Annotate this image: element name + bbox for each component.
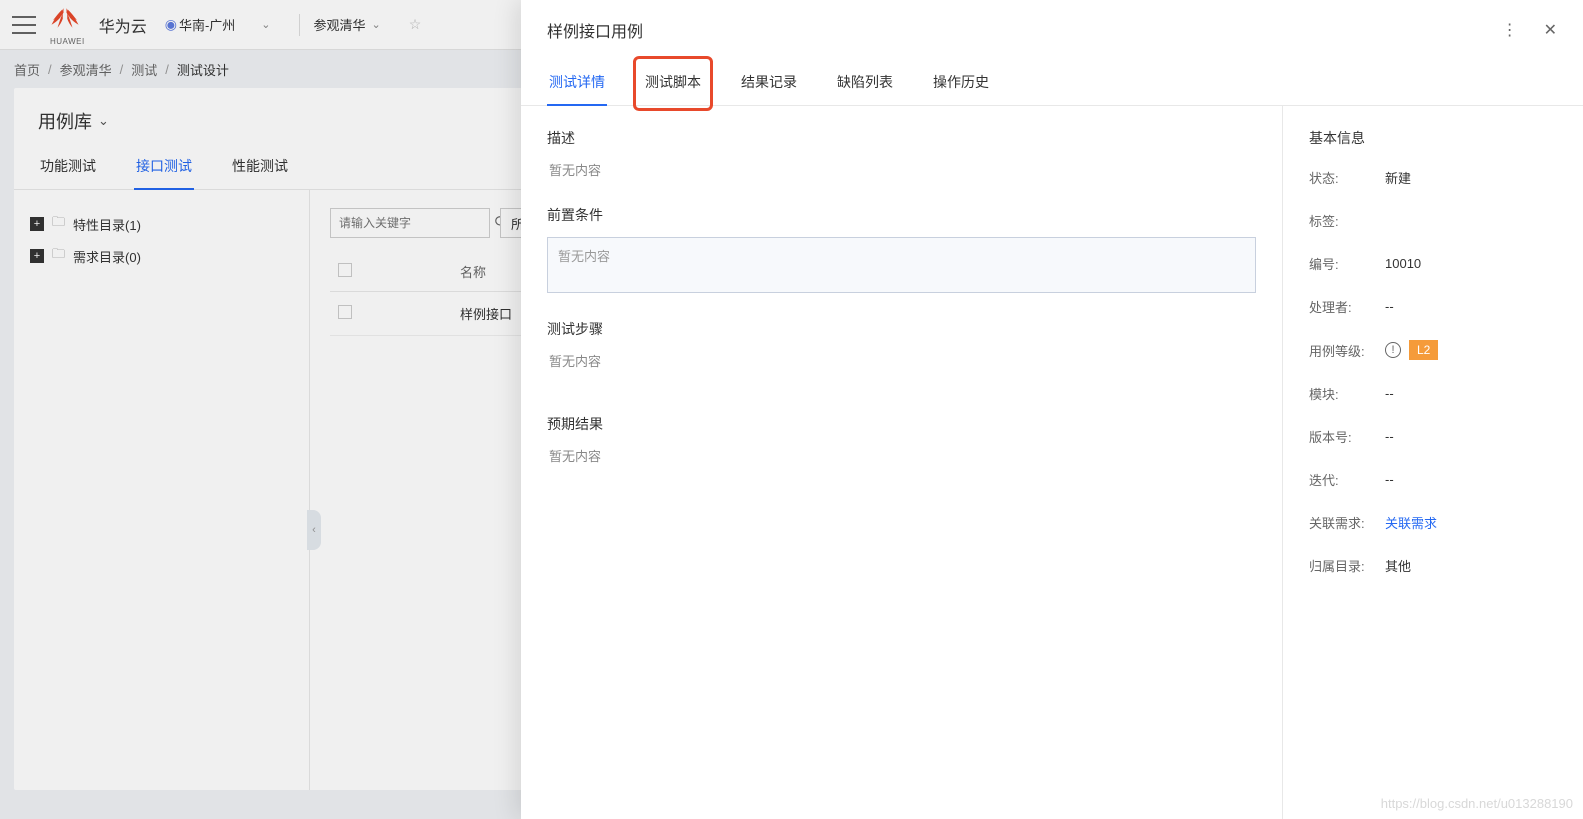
expand-icon[interactable]: +: [30, 217, 44, 231]
info-label: 状态:: [1309, 168, 1385, 187]
related-requirement-link[interactable]: 关联需求: [1385, 513, 1437, 532]
panel-actions: ⋮ ✕: [1502, 20, 1557, 40]
empty-text: 暂无内容: [547, 160, 1256, 179]
info-row-handler: 处理者: --: [1309, 297, 1557, 316]
section-label: 测试步骤: [547, 319, 1256, 339]
level-badge[interactable]: L2: [1409, 340, 1438, 360]
close-icon[interactable]: ✕: [1544, 20, 1557, 40]
section-label: 前置条件: [547, 205, 1256, 225]
expand-icon[interactable]: +: [30, 249, 44, 263]
panel-title: 样例接口用例: [547, 18, 643, 42]
info-label: 模块:: [1309, 384, 1385, 403]
info-label: 用例等级:: [1309, 341, 1385, 360]
info-row-related-req: 关联需求: 关联需求: [1309, 513, 1557, 532]
panel-head: 样例接口用例 ⋮ ✕: [521, 0, 1583, 60]
search-input[interactable]: [330, 208, 490, 238]
info-label: 标签:: [1309, 211, 1385, 230]
location-pin-icon: ◉: [165, 16, 177, 33]
breadcrumb-item[interactable]: 首页: [14, 60, 40, 79]
info-row-module: 模块: --: [1309, 384, 1557, 403]
info-label: 编号:: [1309, 254, 1385, 273]
checkbox-row[interactable]: [338, 305, 352, 319]
tab-functional-test[interactable]: 功能测试: [38, 144, 98, 189]
tree-item-feature-dir[interactable]: + 🗀 特性目录(1): [30, 208, 293, 240]
chevron-down-icon: ⌄: [98, 113, 109, 129]
breadcrumb-item[interactable]: 参观清华: [60, 60, 112, 79]
detail-panel: 样例接口用例 ⋮ ✕ 测试详情 测试脚本 结果记录 缺陷列表 操作历史 描述 暂…: [521, 0, 1583, 819]
warning-icon: !: [1385, 342, 1401, 358]
empty-text: 暂无内容: [547, 446, 1256, 465]
search-field[interactable]: [339, 216, 494, 230]
breadcrumb-sep: /: [165, 62, 169, 77]
ptab-results[interactable]: 结果记录: [739, 60, 799, 105]
star-icon[interactable]: ☆: [409, 16, 422, 33]
breadcrumb-sep: /: [120, 62, 124, 77]
panel-main: 描述 暂无内容 前置条件 暂无内容 测试步骤 暂无内容 预期结果 暂无内容: [521, 106, 1283, 819]
info-value[interactable]: --: [1385, 299, 1394, 314]
breadcrumb-item[interactable]: 测试: [131, 60, 157, 79]
info-row-version: 版本号: --: [1309, 427, 1557, 446]
more-icon[interactable]: ⋮: [1502, 20, 1518, 40]
info-value[interactable]: --: [1385, 386, 1394, 401]
info-value[interactable]: 新建: [1385, 168, 1411, 187]
huawei-logo: HUAWEI: [50, 4, 85, 46]
section-label: 描述: [547, 128, 1256, 148]
breadcrumb-item: 测试设计: [177, 60, 229, 79]
precondition-textarea[interactable]: 暂无内容: [547, 237, 1256, 293]
info-row-directory: 归属目录: 其他: [1309, 556, 1557, 575]
info-label: 关联需求:: [1309, 513, 1385, 532]
info-row-status: 状态: 新建: [1309, 168, 1557, 187]
section-steps: 测试步骤 暂无内容: [547, 319, 1256, 370]
folder-icon: 🗀: [52, 245, 65, 267]
sidebar-collapse-handle[interactable]: ‹: [307, 510, 321, 550]
ptab-script[interactable]: 测试脚本: [643, 60, 703, 105]
tree-item-label: 特性目录(1): [73, 215, 141, 234]
info-value[interactable]: --: [1385, 472, 1394, 487]
info-row-id: 编号: 10010: [1309, 254, 1557, 273]
ptab-defects[interactable]: 缺陷列表: [835, 60, 895, 105]
info-label: 迭代:: [1309, 470, 1385, 489]
hamburger-icon[interactable]: [12, 16, 36, 34]
info-label: 处理者:: [1309, 297, 1385, 316]
section-description: 描述 暂无内容: [547, 128, 1256, 179]
info-value[interactable]: 其他: [1385, 556, 1411, 575]
tree-item-label: 需求目录(0): [73, 247, 141, 266]
ptab-detail[interactable]: 测试详情: [547, 60, 607, 106]
tab-interface-test[interactable]: 接口测试: [134, 144, 194, 190]
info-row-level: 用例等级: ! L2: [1309, 340, 1557, 360]
info-value: 10010: [1385, 256, 1421, 271]
brand-name: 华为云: [99, 13, 147, 37]
folder-icon: 🗀: [52, 213, 65, 235]
info-label: 归属目录:: [1309, 556, 1385, 575]
checkbox-all[interactable]: [338, 263, 352, 277]
info-row-tags: 标签:: [1309, 211, 1557, 230]
info-label: 版本号:: [1309, 427, 1385, 446]
panel-side: 基本信息 状态: 新建 标签: 编号: 10010 处理者: -- 用例等级: …: [1283, 106, 1583, 819]
divider: [299, 14, 300, 36]
section-expected: 预期结果 暂无内容: [547, 414, 1256, 465]
panel-body: 描述 暂无内容 前置条件 暂无内容 测试步骤 暂无内容 预期结果 暂无内容 基本…: [521, 106, 1583, 819]
tree-item-requirement-dir[interactable]: + 🗀 需求目录(0): [30, 240, 293, 272]
section-precondition: 前置条件 暂无内容: [547, 205, 1256, 293]
empty-text: 暂无内容: [547, 351, 1256, 370]
breadcrumb-sep: /: [48, 62, 52, 77]
side-title: 基本信息: [1309, 128, 1557, 148]
info-value[interactable]: --: [1385, 429, 1394, 444]
tab-performance-test[interactable]: 性能测试: [230, 144, 290, 189]
watermark: https://blog.csdn.net/u013288190: [1381, 796, 1573, 811]
chevron-down-icon[interactable]: ⌄: [372, 18, 381, 31]
region-selector[interactable]: 华南-广州: [179, 15, 235, 34]
logo-subtext: HUAWEI: [50, 37, 85, 46]
ptab-history[interactable]: 操作历史: [931, 60, 991, 105]
panel-tabs: 测试详情 测试脚本 结果记录 缺陷列表 操作历史: [521, 60, 1583, 106]
project-selector[interactable]: 参观清华: [314, 15, 366, 34]
info-row-iteration: 迭代: --: [1309, 470, 1557, 489]
directory-tree: + 🗀 特性目录(1) + 🗀 需求目录(0) ‹: [14, 190, 310, 790]
chevron-down-icon[interactable]: ⌄: [261, 18, 270, 31]
library-title-text: 用例库: [38, 108, 92, 134]
section-label: 预期结果: [547, 414, 1256, 434]
